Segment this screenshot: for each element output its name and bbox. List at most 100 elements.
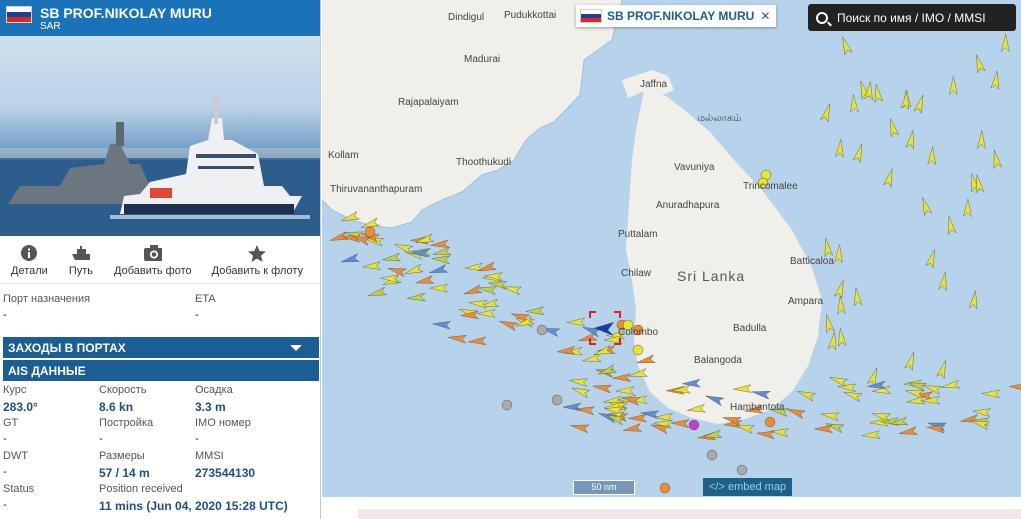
vessel-marker[interactable]	[836, 295, 846, 315]
vessel-marker[interactable]	[968, 290, 979, 310]
ais-section[interactable]: AIS ДАННЫЕ	[3, 360, 319, 381]
anchored-vessel-marker[interactable]	[659, 482, 671, 494]
vessel-marker[interactable]	[468, 298, 488, 309]
vessel-marker[interactable]	[340, 253, 361, 266]
vessel-marker[interactable]	[628, 413, 648, 423]
anchored-vessel-marker[interactable]	[736, 464, 748, 476]
search-box[interactable]	[808, 4, 1016, 31]
vessel-marker[interactable]	[670, 419, 690, 429]
vessel-map[interactable]: Dindigul Pudukkottai Madurai Rajapalaiya…	[322, 0, 1021, 497]
vessel-marker[interactable]	[1000, 33, 1010, 53]
details-button[interactable]: Детали	[11, 244, 48, 277]
vessel-marker[interactable]	[963, 198, 972, 218]
vessel-marker[interactable]	[796, 388, 817, 402]
vessel-marker[interactable]	[905, 130, 917, 150]
vessel-marker[interactable]	[822, 314, 835, 334]
vessel-marker[interactable]	[836, 328, 847, 348]
vessel-marker[interactable]	[498, 317, 519, 332]
anchored-vessel-marker[interactable]	[688, 419, 700, 431]
vessel-marker[interactable]	[468, 336, 487, 346]
vessel-marker[interactable]	[852, 287, 863, 307]
vessel-photo[interactable]	[0, 36, 320, 236]
vessel-marker[interactable]	[403, 263, 424, 277]
vessel-marker[interactable]	[592, 382, 613, 394]
vessel-marker[interactable]	[973, 54, 986, 74]
vessel-marker[interactable]	[576, 405, 596, 416]
vessel-marker[interactable]	[463, 284, 483, 298]
vessel-marker[interactable]	[448, 333, 468, 344]
vessel-marker[interactable]	[945, 215, 957, 236]
vessel-marker[interactable]	[827, 331, 839, 351]
search-input[interactable]	[837, 10, 1013, 25]
vessel-marker[interactable]	[887, 118, 900, 138]
vessel-marker[interactable]	[612, 373, 632, 383]
vessel-marker[interactable]	[833, 279, 847, 300]
vessel-marker[interactable]	[428, 263, 449, 276]
vessel-marker[interactable]	[525, 306, 545, 316]
vessel-marker[interactable]	[898, 426, 919, 438]
vessel-marker[interactable]	[570, 384, 591, 399]
anchored-vessel-marker[interactable]	[536, 324, 548, 336]
vessel-marker[interactable]	[872, 84, 884, 104]
anchored-vessel-marker[interactable]	[364, 226, 376, 238]
vessel-marker[interactable]	[407, 292, 427, 302]
vessel-marker[interactable]	[429, 283, 449, 293]
vessel-marker[interactable]	[990, 149, 1003, 170]
vessel-marker[interactable]	[820, 410, 840, 422]
vessel-marker[interactable]	[569, 376, 589, 387]
path-button[interactable]: Путь	[69, 244, 93, 277]
vessel-marker[interactable]	[623, 423, 643, 435]
map-canvas[interactable]	[322, 0, 1021, 497]
vessel-marker[interactable]	[431, 254, 451, 265]
vessel-marker[interactable]	[852, 143, 866, 164]
vessel-marker[interactable]	[582, 353, 602, 365]
vessel-marker[interactable]	[828, 374, 849, 388]
vessel-marker[interactable]	[570, 422, 590, 434]
vessel-marker[interactable]	[654, 412, 674, 422]
close-icon[interactable]: ✕	[760, 9, 770, 23]
vessel-marker[interactable]	[562, 402, 582, 412]
vessel-marker[interactable]	[329, 231, 349, 245]
vessel-marker[interactable]	[835, 139, 844, 159]
vessel-marker[interactable]	[849, 94, 859, 114]
vessel-marker[interactable]	[362, 261, 382, 271]
vessel-marker[interactable]	[990, 70, 1001, 90]
vessel-marker[interactable]	[477, 309, 496, 318]
popup-vessel-name[interactable]: SB PROF.NIKOLAY MURU	[607, 9, 754, 23]
vessel-marker[interactable]	[904, 351, 918, 372]
vessel-marker[interactable]	[861, 430, 881, 440]
vessel-marker[interactable]	[786, 405, 806, 420]
embed-map-button[interactable]: </> embed map	[703, 478, 793, 496]
add-to-fleet-button[interactable]: Добавить к флоту	[212, 244, 303, 277]
vessel-marker[interactable]	[941, 379, 961, 391]
anchored-vessel-marker[interactable]	[632, 344, 644, 356]
map-vessel-popup[interactable]: SB PROF.NIKOLAY MURU ✕	[576, 5, 777, 27]
vessel-marker[interactable]	[976, 130, 986, 150]
vessel-marker[interactable]	[833, 244, 843, 264]
add-photo-button[interactable]: Добавить фото	[114, 244, 192, 277]
vessel-marker[interactable]	[814, 424, 834, 434]
anchored-vessel-marker[interactable]	[706, 449, 718, 461]
anchored-vessel-marker[interactable]	[501, 399, 513, 411]
vessel-marker[interactable]	[919, 196, 933, 217]
vessel-marker[interactable]	[566, 317, 586, 327]
vessel-marker[interactable]	[981, 389, 1001, 399]
vessel-marker[interactable]	[382, 252, 402, 264]
vessel-marker[interactable]	[819, 102, 833, 123]
anchored-vessel-marker[interactable]	[551, 394, 563, 406]
vessel-marker[interactable]	[477, 284, 498, 295]
vessel-marker[interactable]	[822, 238, 834, 258]
vessel-marker[interactable]	[938, 271, 950, 292]
port-calls-section[interactable]: ЗАХОДЫ В ПОРТАХ	[3, 337, 319, 358]
vessel-marker[interactable]	[948, 76, 958, 96]
vessel-marker[interactable]	[936, 359, 950, 380]
vessel-marker[interactable]	[913, 94, 927, 115]
vessel-marker[interactable]	[367, 286, 388, 299]
vessel-marker[interactable]	[756, 429, 776, 440]
vessel-marker[interactable]	[925, 248, 939, 269]
vessel-marker[interactable]	[615, 386, 635, 395]
vessel-marker[interactable]	[432, 320, 452, 330]
vessel-marker[interactable]	[839, 35, 853, 56]
vessel-marker[interactable]	[927, 146, 937, 166]
vessel-name[interactable]: SB PROF.NIKOLAY MURU	[40, 6, 212, 20]
